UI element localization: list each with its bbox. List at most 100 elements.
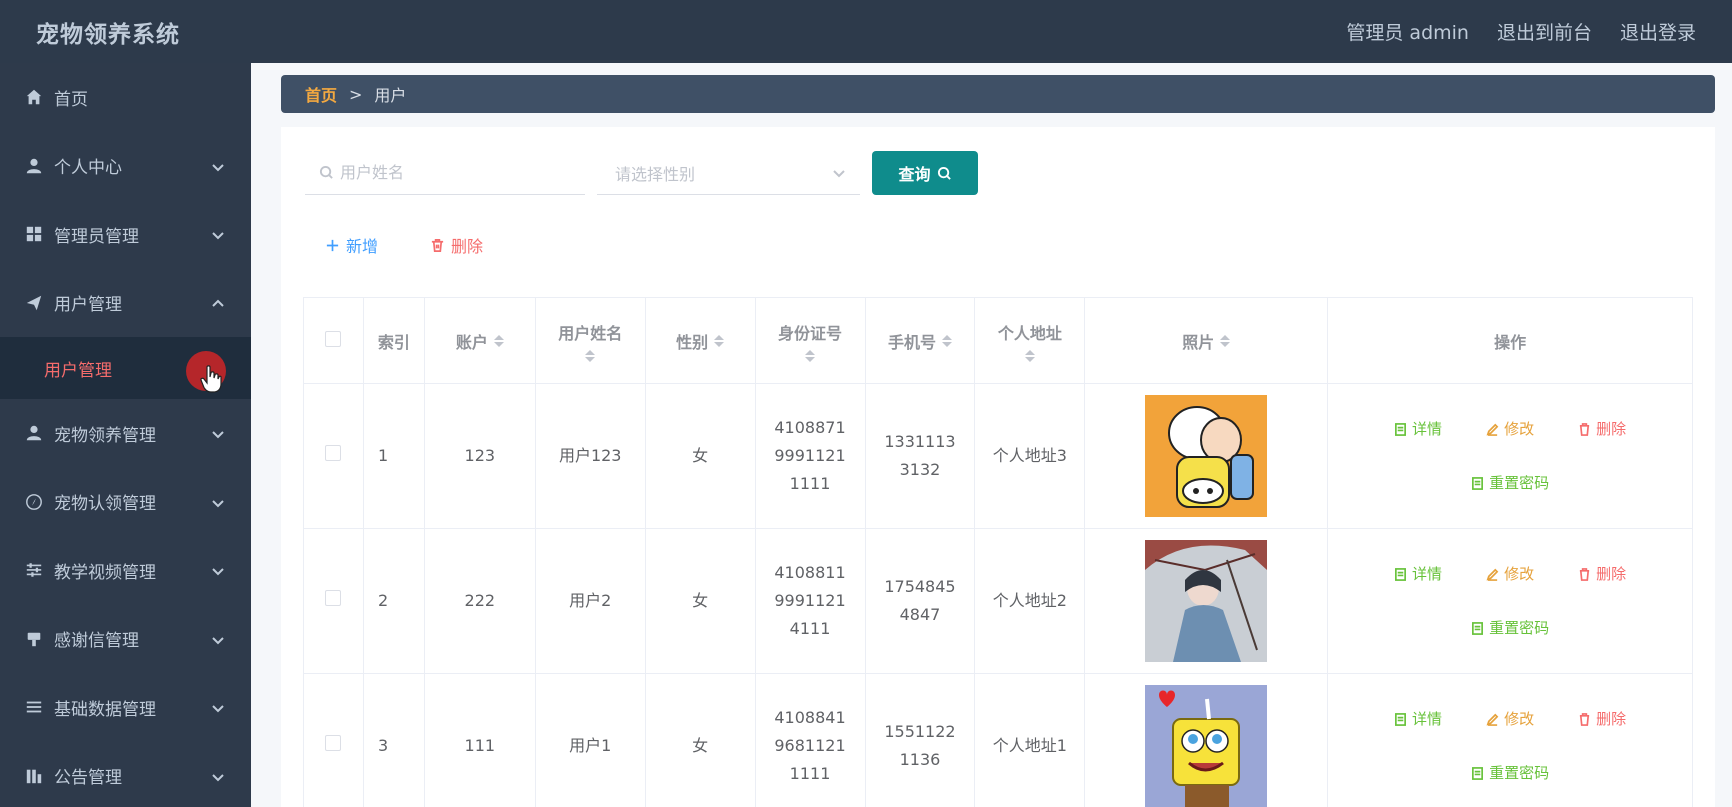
header-account[interactable]: 账户 — [423, 297, 536, 384]
header-index: 索引 — [362, 297, 425, 384]
detail-label: 详情 — [1412, 710, 1443, 728]
delete-button[interactable]: 删除 — [1578, 415, 1626, 443]
header-phone-label: 手机号 — [887, 332, 936, 352]
edit-label: 修改 — [1504, 420, 1535, 438]
header-index-label: 索引 — [377, 332, 410, 352]
search-icon — [937, 166, 951, 180]
edit-button[interactable]: 修改 — [1486, 705, 1534, 733]
search-row: 请选择性别 查询 — [305, 151, 978, 195]
row-checkbox[interactable] — [325, 445, 342, 461]
id-card-text: 410884196811211111 — [774, 708, 846, 783]
header-phone[interactable]: 手机号 — [864, 297, 976, 384]
query-button[interactable]: 查询 — [872, 151, 978, 195]
cell-phone: 17548454847 — [864, 528, 976, 674]
user-photo[interactable] — [1145, 395, 1268, 517]
table-row: 1 123 用户123 女 410887199911211111 1331113… — [303, 383, 1693, 529]
breadcrumb-current: 用户 — [374, 86, 407, 105]
table-row: 2 222 用户2 女 410881199911214111 175484548… — [303, 528, 1693, 674]
cell-photo — [1084, 673, 1329, 807]
batch-delete-button[interactable]: 删除 — [430, 233, 483, 257]
delete-button[interactable]: 删除 — [1578, 560, 1626, 588]
select-all-cell — [303, 297, 364, 384]
sidebar-item-video-management[interactable]: 教学视频管理 — [0, 536, 251, 605]
header-photo[interactable]: 照片 — [1084, 297, 1329, 384]
header-gender[interactable]: 性别 — [644, 297, 756, 384]
header-address[interactable]: 个人地址 — [974, 297, 1086, 384]
reset-password-label: 重置密码 — [1489, 619, 1550, 637]
sort-icon — [585, 349, 596, 362]
detail-button[interactable]: 详情 — [1394, 560, 1442, 588]
admin-label: 管理员 admin — [1346, 22, 1469, 44]
plus-icon — [326, 239, 339, 251]
header-id-card[interactable]: 身份证号 — [754, 297, 866, 384]
phone-text: 13311133132 — [884, 432, 956, 479]
phone-text: 17548454847 — [884, 577, 956, 624]
chart-icon — [24, 766, 44, 786]
header-name[interactable]: 用户姓名 — [534, 297, 646, 384]
row-ops: 详情 修改 删除 重置密码 — [1328, 560, 1692, 642]
sidebar-item-notice-management[interactable]: 公告管理 — [0, 742, 251, 807]
chevron-down-icon — [211, 700, 225, 714]
chevron-down-icon — [211, 495, 225, 509]
header-ops-label: 操作 — [1494, 332, 1527, 352]
app-title: 宠物领养系统 — [36, 21, 180, 48]
table-header-row: 索引 账户 用户姓名 性别 身份证号 手机号 个人地址 照片 操作 — [303, 297, 1693, 384]
name-search-input[interactable] — [340, 163, 570, 182]
sidebar-item-label: 宠物认领管理 — [54, 494, 156, 515]
sidebar-item-label: 公告管理 — [54, 768, 122, 789]
sidebar-subitem-label: 用户管理 — [44, 360, 112, 381]
sidebar-item-user-management[interactable]: 用户管理 — [0, 269, 251, 338]
cell-account: 111 — [423, 673, 536, 807]
header-ops: 操作 — [1327, 297, 1693, 384]
cell-gender: 女 — [644, 673, 756, 807]
trash-icon — [1579, 712, 1590, 726]
query-button-label: 查询 — [898, 165, 931, 184]
user-photo[interactable] — [1145, 685, 1268, 807]
logout-link[interactable]: 退出登录 — [1620, 18, 1696, 45]
row-select-cell — [303, 383, 364, 529]
send-icon — [24, 293, 44, 313]
sidebar-subitem-user-management[interactable]: 用户管理 — [0, 337, 251, 399]
add-button[interactable]: 新增 — [325, 233, 378, 257]
chevron-up-icon — [211, 296, 225, 310]
search-icon — [319, 165, 333, 179]
reset-password-button[interactable]: 重置密码 — [1471, 469, 1549, 497]
detail-button[interactable]: 详情 — [1394, 415, 1442, 443]
name-search-field — [305, 151, 585, 195]
sidebar-item-pet-adoption-management[interactable]: 宠物领养管理 — [0, 399, 251, 468]
exit-to-front-link[interactable]: 退出到前台 — [1497, 18, 1592, 45]
user-photo[interactable] — [1145, 540, 1268, 662]
row-select-cell — [303, 528, 364, 674]
delete-label: 删除 — [1596, 710, 1627, 728]
grid-icon — [24, 224, 44, 244]
select-all-checkbox[interactable] — [325, 330, 342, 347]
edit-button[interactable]: 修改 — [1486, 560, 1534, 588]
row-checkbox[interactable] — [325, 735, 342, 751]
sidebar-item-home[interactable]: 首页 — [0, 63, 251, 132]
add-button-label: 新增 — [346, 237, 379, 256]
delete-button[interactable]: 删除 — [1578, 705, 1626, 733]
detail-button[interactable]: 详情 — [1394, 705, 1442, 733]
chevron-down-icon — [211, 426, 225, 440]
header-account-label: 账户 — [455, 332, 488, 352]
edit-label: 修改 — [1504, 565, 1535, 583]
breadcrumb-home[interactable]: 首页 — [305, 82, 337, 106]
gender-select[interactable]: 请选择性别 — [597, 151, 860, 195]
chevron-down-icon — [211, 227, 225, 241]
sidebar-item-pet-claim-management[interactable]: 宠物认领管理 — [0, 468, 251, 537]
sort-icon — [714, 334, 725, 347]
sidebar-item-thanks-letter-management[interactable]: 感谢信管理 — [0, 605, 251, 674]
row-checkbox[interactable] — [325, 590, 342, 606]
sidebar-item-admin-management[interactable]: 管理员管理 — [0, 200, 251, 269]
cell-account: 123 — [423, 383, 536, 529]
reset-password-button[interactable]: 重置密码 — [1471, 759, 1549, 787]
cell-ops: 详情 修改 删除 重置密码 — [1327, 528, 1693, 674]
delete-label: 删除 — [1596, 420, 1627, 438]
sort-icon — [941, 334, 952, 347]
edit-button[interactable]: 修改 — [1486, 415, 1534, 443]
sidebar-item-basic-data-management[interactable]: 基础数据管理 — [0, 673, 251, 742]
sidebar-item-personal-center[interactable]: 个人中心 — [0, 132, 251, 201]
document-icon — [1395, 422, 1407, 436]
cell-account: 222 — [423, 528, 536, 674]
reset-password-button[interactable]: 重置密码 — [1471, 614, 1549, 642]
